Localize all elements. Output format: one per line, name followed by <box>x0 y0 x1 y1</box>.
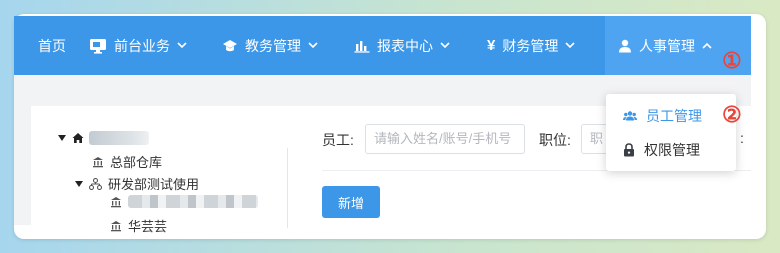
menu-item-permission-management[interactable]: 权限管理 <box>606 136 736 164</box>
nav-reports[interactable]: 报表中心 <box>354 16 450 75</box>
tree-node-redacted[interactable] <box>110 195 258 208</box>
hr-dropdown-menu: 员工管理 权限管理 <box>606 94 736 171</box>
monitor-icon <box>89 38 107 54</box>
nav-frontdesk-label: 前台业务 <box>114 37 170 54</box>
expand-caret-icon <box>75 180 83 187</box>
bar-chart-icon <box>354 39 370 53</box>
menu-item-label: 员工管理 <box>646 108 702 124</box>
redacted-name <box>89 131 149 145</box>
bank-icon <box>110 220 122 232</box>
chevron-down-icon <box>308 42 318 49</box>
user-icon <box>618 39 632 53</box>
nav-academic-label: 教务管理 <box>245 37 301 54</box>
annotation-marker-1: ① <box>722 48 742 73</box>
nav-hr-label: 人事管理 <box>639 37 695 54</box>
tree-node-warehouse[interactable]: 总部仓库 <box>92 152 162 171</box>
users-icon <box>623 110 637 122</box>
chevron-down-icon <box>440 42 450 49</box>
expand-caret-icon <box>58 135 66 141</box>
nav-finance[interactable]: ¥ 财务管理 <box>487 16 575 75</box>
nav-frontdesk[interactable]: 前台业务 <box>89 16 187 75</box>
home-icon <box>72 132 84 144</box>
bank-icon <box>92 156 104 168</box>
tree-node-rnd[interactable]: 研发部测试使用 <box>75 174 199 193</box>
annotation-marker-2: ② <box>722 102 742 127</box>
chevron-up-icon <box>702 42 712 49</box>
nav-reports-label: 报表中心 <box>377 37 433 54</box>
trailing-label: : <box>740 130 744 146</box>
nav-home-label: 首页 <box>38 37 66 54</box>
tree-node-label: 华芸芸 <box>128 219 168 234</box>
org-chart-icon <box>89 177 102 190</box>
lock-icon <box>623 143 635 157</box>
yen-icon: ¥ <box>487 37 496 54</box>
bank-icon <box>110 196 122 208</box>
nav-home[interactable]: 首页 <box>38 16 66 75</box>
employee-search-input[interactable]: 请输入姓名/账号/手机号 <box>365 124 525 154</box>
tree-node-partial[interactable]: 华芸芸 <box>110 216 167 235</box>
tree-divider <box>287 148 288 228</box>
chevron-down-icon <box>565 42 575 49</box>
tree-node-label: 总部仓库 <box>110 155 163 170</box>
chevron-down-icon <box>177 42 187 49</box>
position-label: 职位: <box>539 132 571 148</box>
nav-academic[interactable]: 教务管理 <box>222 16 318 75</box>
nav-finance-label: 财务管理 <box>502 37 559 54</box>
add-button[interactable]: 新增 <box>322 186 380 218</box>
menu-item-employee-management[interactable]: 员工管理 <box>606 102 736 130</box>
menu-item-label: 权限管理 <box>644 142 700 158</box>
employee-label: 员工: <box>322 132 354 148</box>
top-navigation: 首页 前台业务 教务管理 报表中心 ¥ 财务管理 人事管理 <box>14 16 751 75</box>
tree-node-label: 研发部测试使用 <box>108 177 200 192</box>
tree-node-root[interactable] <box>58 131 149 145</box>
redacted-name <box>128 195 258 208</box>
graduation-cap-icon <box>222 39 238 53</box>
